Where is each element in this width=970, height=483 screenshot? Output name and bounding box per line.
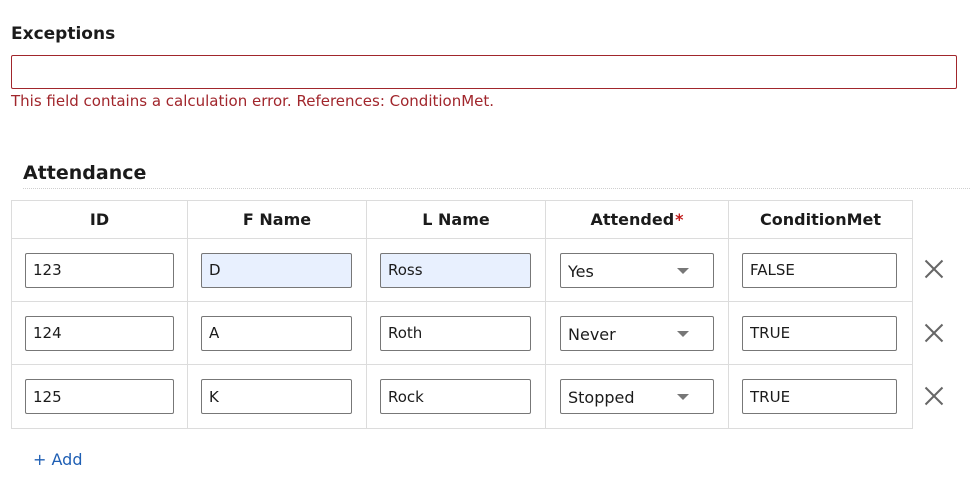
cell-fname <box>187 238 367 302</box>
attended-dropdown[interactable]: Yes <box>560 252 714 288</box>
column-header-lname: L Name <box>366 200 546 239</box>
table-row: Never <box>11 301 913 365</box>
lname-input[interactable] <box>380 379 531 414</box>
required-indicator: * <box>675 210 684 229</box>
close-icon[interactable] <box>922 384 946 408</box>
cell-lname <box>366 364 546 429</box>
cell-fname <box>187 301 367 365</box>
attended-dropdown-value: Yes <box>568 261 594 281</box>
attended-dropdown-value: Never <box>568 324 616 344</box>
id-input[interactable] <box>25 379 174 414</box>
cell-condition <box>728 301 913 365</box>
attended-dropdown-value: Stopped <box>568 388 635 407</box>
chevron-down-icon <box>677 267 689 274</box>
cell-id <box>11 364 188 429</box>
cell-id <box>11 238 188 302</box>
attendance-grid: ID F Name L Name Attended* ConditionMet … <box>11 200 913 429</box>
cell-id <box>11 301 188 365</box>
close-icon[interactable] <box>922 257 946 281</box>
exceptions-label: Exceptions <box>11 24 116 44</box>
grid-header-row: ID F Name L Name Attended* ConditionMet <box>11 200 913 239</box>
id-input[interactable] <box>25 315 174 351</box>
cell-attended: Never <box>545 301 729 365</box>
lname-input[interactable] <box>380 315 531 351</box>
cell-condition <box>728 238 913 302</box>
cell-fname <box>187 364 367 429</box>
form-page: Exceptions This field contains a calcula… <box>0 0 970 483</box>
fname-input[interactable] <box>201 315 352 351</box>
fname-input[interactable] <box>201 252 352 288</box>
condition-input[interactable] <box>742 252 897 288</box>
lname-input[interactable] <box>380 252 531 288</box>
exceptions-input[interactable] <box>11 55 957 89</box>
chevron-down-icon <box>677 330 689 337</box>
id-input[interactable] <box>25 252 174 288</box>
table-row: Stopped <box>11 364 913 429</box>
exceptions-error-message: This field contains a calculation error.… <box>11 92 495 110</box>
condition-input[interactable] <box>742 315 897 351</box>
column-header-condition: ConditionMet <box>728 200 913 239</box>
cell-lname <box>366 238 546 302</box>
column-header-attended-label: Attended <box>590 210 675 229</box>
chevron-down-icon <box>677 394 689 400</box>
cell-condition <box>728 364 913 429</box>
section-divider <box>23 188 970 189</box>
attendance-section-title: Attendance <box>23 162 147 184</box>
table-row: Yes <box>11 238 913 302</box>
close-icon[interactable] <box>922 321 946 345</box>
column-header-id: ID <box>11 200 188 239</box>
fname-input[interactable] <box>201 379 352 414</box>
cell-lname <box>366 301 546 365</box>
attended-dropdown[interactable]: Stopped <box>560 379 714 414</box>
column-header-fname: F Name <box>187 200 367 239</box>
cell-attended: Yes <box>545 238 729 302</box>
attended-dropdown[interactable]: Never <box>560 315 714 351</box>
condition-input[interactable] <box>742 379 897 414</box>
add-row-button[interactable]: + Add <box>33 450 82 469</box>
cell-attended: Stopped <box>545 364 729 429</box>
column-header-attended: Attended* <box>545 200 729 239</box>
